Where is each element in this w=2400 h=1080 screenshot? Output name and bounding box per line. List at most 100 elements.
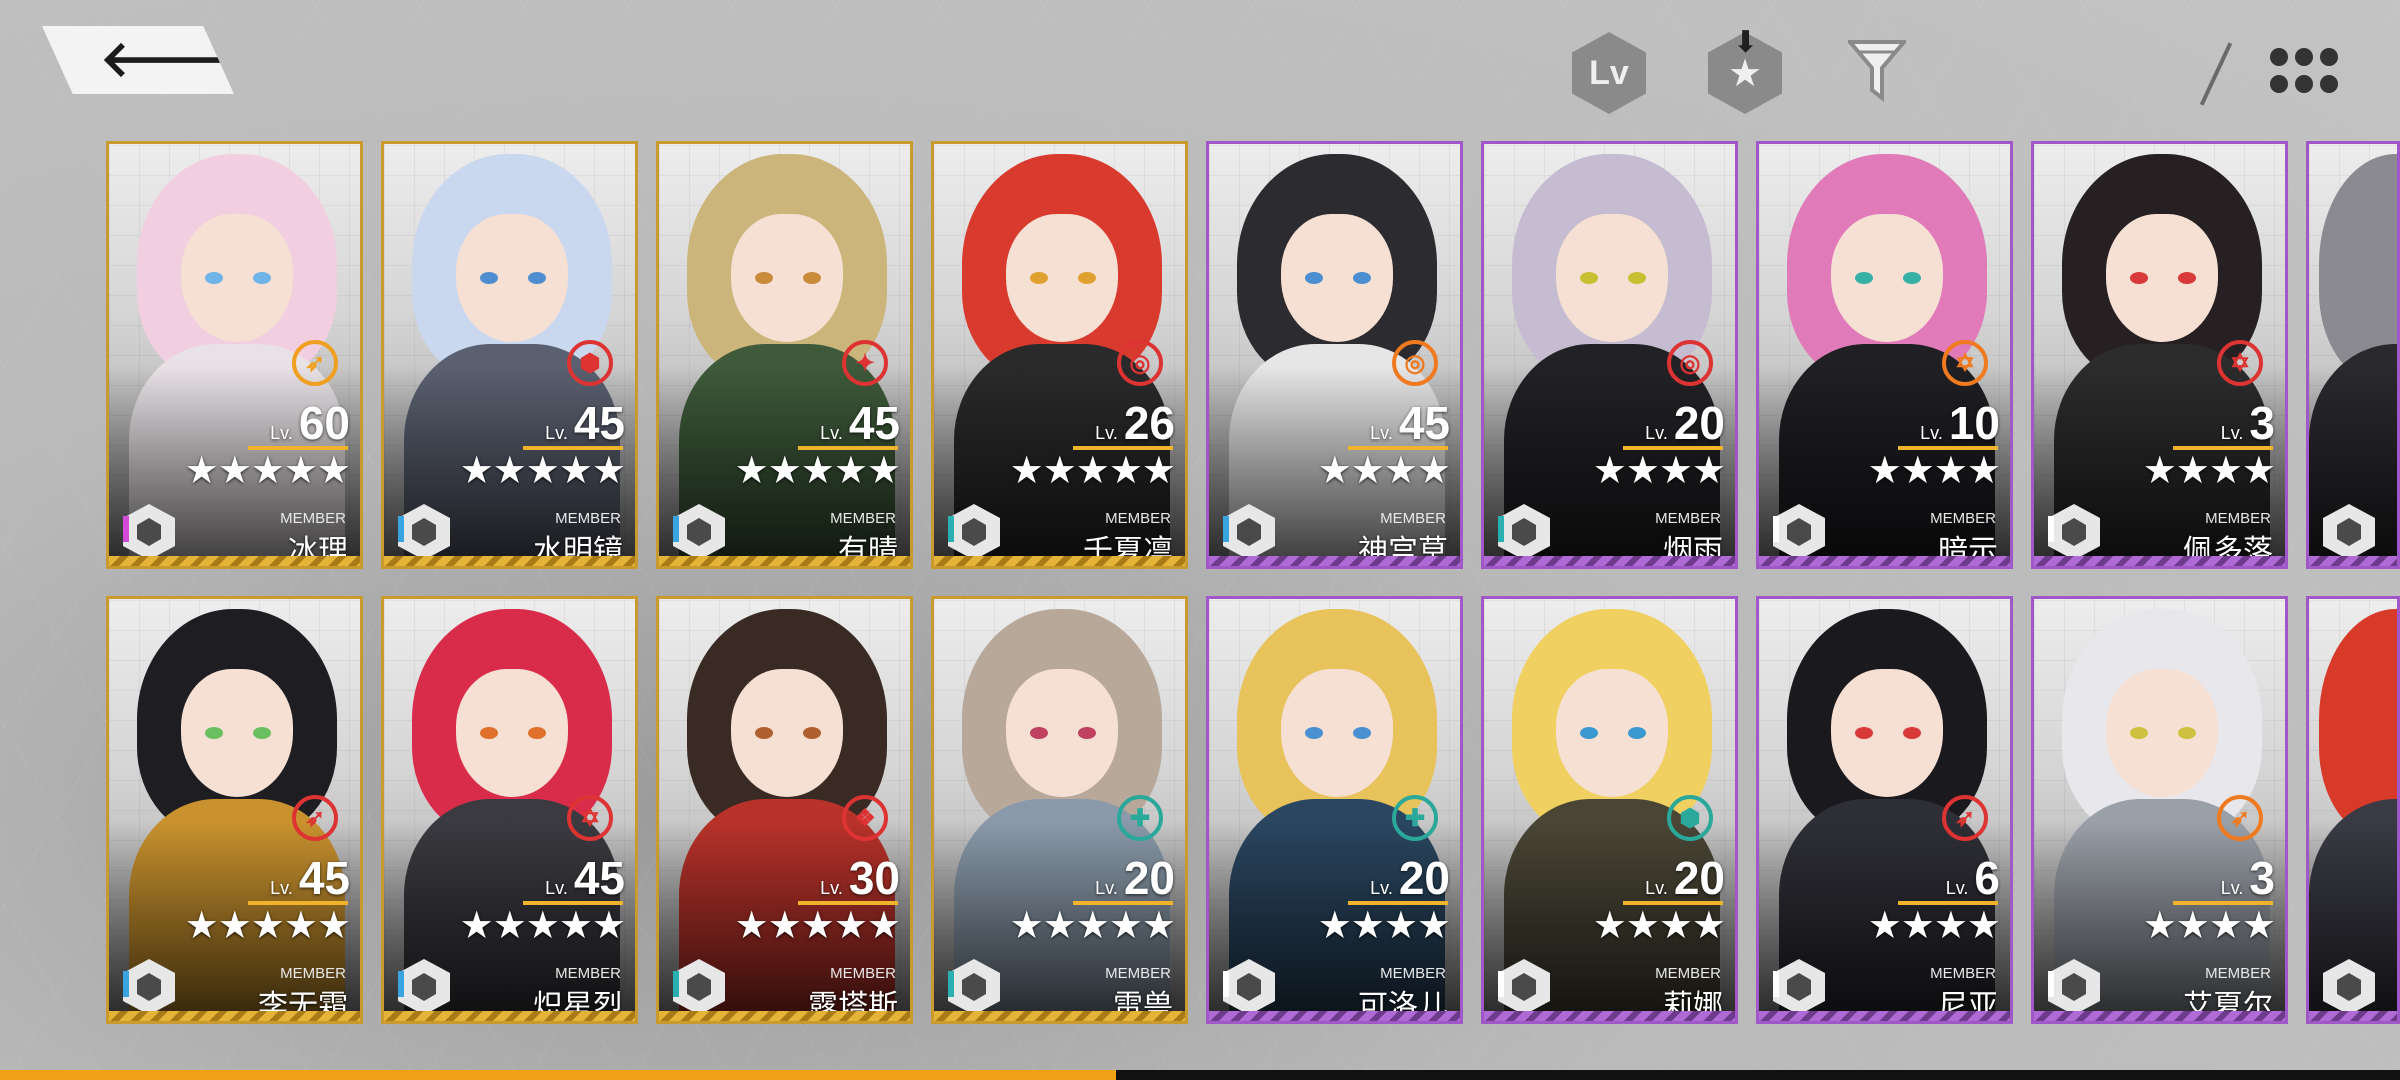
frame-stripe — [934, 1011, 1185, 1021]
character-card[interactable]: ➶ Lv. 45 ★★★★★ MEMBER 李无霜 — [106, 596, 363, 1024]
character-card[interactable]: ◎ Lv. 20 ★★★★ MEMBER 烟雨 — [1481, 141, 1738, 569]
character-card[interactable]: ✡ Lv. 3 ★★★★ MEMBER 佩多落 — [2031, 141, 2288, 569]
level-display: Lv. 10 — [1920, 397, 2000, 449]
frame-stripe — [384, 1011, 635, 1021]
member-tag: MEMBER — [1105, 510, 1171, 527]
rarity-stars: ★★★★ — [1317, 905, 1451, 947]
element-accent — [398, 516, 404, 542]
character-card[interactable]: ◎ Lv. 45 ★★★★ MEMBER 神宫草 — [1206, 141, 1463, 569]
character-card[interactable]: ➶ Lv. 3 ★★★★ MEMBER 艾夏尔 — [2031, 596, 2288, 1024]
frame-stripe — [1209, 1011, 1460, 1021]
class-icon: ✦ — [842, 340, 888, 386]
frame-stripe — [1484, 556, 1735, 566]
level-display: Lv. 20 — [1645, 397, 1725, 449]
character-card[interactable]: ✦ Lv. 45 ★★★★★ MEMBER 有晴 — [656, 141, 913, 569]
element-accent — [673, 971, 679, 997]
member-tag: MEMBER — [2205, 510, 2271, 527]
filter-funnel-icon[interactable] — [1848, 38, 1906, 102]
member-tag: MEMBER — [2205, 965, 2271, 982]
class-icon: ◎ — [1667, 340, 1713, 386]
element-accent — [2048, 971, 2054, 997]
frame-stripe — [2309, 556, 2397, 566]
rarity-stars: ★★★★★ — [734, 450, 901, 492]
frame-stripe — [2034, 1011, 2285, 1021]
character-card[interactable]: ✚ Lv. 20 ★★★★ MEMBER 可洛儿 — [1206, 596, 1463, 1024]
element-accent — [1223, 516, 1229, 542]
rarity-stars: ★★★★ — [2142, 905, 2276, 947]
scroll-progress-fill — [0, 1070, 1116, 1080]
element-accent — [673, 516, 679, 542]
rarity-stars: ★★★★★ — [184, 450, 351, 492]
rarity-stars: ★★★★★ — [1009, 450, 1176, 492]
character-card[interactable]: ✚ Lv. 20 ★★★★★ MEMBER 雷兽 — [931, 596, 1188, 1024]
rarity-stars: ★★★★★ — [459, 450, 626, 492]
frame-stripe — [934, 556, 1185, 566]
level-display: Lv. 20 — [1645, 852, 1725, 904]
grid-dots-icon[interactable] — [2270, 48, 2338, 96]
character-card[interactable]: ✡ Lv. 45 ★★★★★ MEMBER 炽星烈 — [381, 596, 638, 1024]
member-tag: MEMBER — [280, 510, 346, 527]
level-display: Lv. 45 — [270, 852, 350, 904]
rarity-stars: ★★★★★ — [184, 905, 351, 947]
frame-stripe — [109, 556, 360, 566]
element-accent — [948, 516, 954, 542]
frame-stripe — [109, 1011, 360, 1021]
back-button[interactable]: 🡐 — [42, 26, 234, 94]
element-accent — [1223, 971, 1229, 997]
element-accent — [2048, 516, 2054, 542]
member-tag: MEMBER — [1380, 510, 1446, 527]
frame-stripe — [1209, 556, 1460, 566]
character-card-partial[interactable] — [2306, 596, 2400, 1024]
level-display: Lv. 3 — [2220, 852, 2275, 904]
class-icon: ✡ — [567, 795, 613, 841]
rarity-stars: ★★★★★ — [1009, 905, 1176, 947]
class-icon: ✡ — [2217, 340, 2263, 386]
level-sort-button[interactable]: Lv — [1572, 32, 1646, 114]
frame-stripe — [1759, 556, 2010, 566]
rarity-stars: ★★★★ — [1592, 905, 1726, 947]
character-card[interactable]: ⬢ Lv. 45 ★★★★★ MEMBER 水明镜 — [381, 141, 638, 569]
level-display: Lv. 45 — [1370, 397, 1450, 449]
character-card[interactable]: ➶ Lv. 6 ★★★★ MEMBER 尼亚 — [1756, 596, 2013, 1024]
level-display: Lv. 45 — [545, 397, 625, 449]
level-display: Lv. 6 — [1945, 852, 2000, 904]
class-icon: ➶ — [292, 795, 338, 841]
element-accent — [948, 971, 954, 997]
member-tag: MEMBER — [555, 965, 621, 982]
class-icon: ❖ — [842, 795, 888, 841]
element-accent — [1773, 971, 1779, 997]
member-tag: MEMBER — [1655, 965, 1721, 982]
rarity-stars: ★★★★ — [1867, 450, 2001, 492]
level-display: Lv. 60 — [270, 397, 350, 449]
toolbar-divider — [2199, 42, 2233, 106]
character-card[interactable]: ➶ Lv. 60 ★★★★★ MEMBER 冰理 — [106, 141, 363, 569]
level-display: Lv. 20 — [1370, 852, 1450, 904]
sort-down-arrow-icon: ⬇ — [1733, 26, 1759, 59]
element-accent — [1498, 971, 1504, 997]
rarity-stars: ★★★★★ — [459, 905, 626, 947]
character-card[interactable]: ✡ Lv. 10 ★★★★ MEMBER 暗示 — [1756, 141, 2013, 569]
character-card-partial[interactable] — [2306, 141, 2400, 569]
level-display: Lv. 45 — [820, 397, 900, 449]
member-tag: MEMBER — [830, 965, 896, 982]
level-display: Lv. 20 — [1095, 852, 1175, 904]
class-icon: ⬢ — [1667, 795, 1713, 841]
frame-stripe — [2309, 1011, 2397, 1021]
frame-stripe — [384, 556, 635, 566]
member-tag: MEMBER — [1105, 965, 1171, 982]
rarity-stars: ★★★★ — [2142, 450, 2276, 492]
class-icon: ⬢ — [567, 340, 613, 386]
character-card[interactable]: ⬢ Lv. 20 ★★★★ MEMBER 莉娜 — [1481, 596, 1738, 1024]
back-arrow-icon: 🡐 — [100, 31, 235, 87]
character-card[interactable]: ◎ Lv. 26 ★★★★★ MEMBER 千夏凛 — [931, 141, 1188, 569]
class-icon: ◎ — [1117, 340, 1163, 386]
member-tag: MEMBER — [280, 965, 346, 982]
character-card[interactable]: ❖ Lv. 30 ★★★★★ MEMBER 露塔斯 — [656, 596, 913, 1024]
rarity-stars: ★★★★ — [1317, 450, 1451, 492]
rarity-stars: ★★★★ — [1867, 905, 2001, 947]
rarity-stars: ★★★★ — [1592, 450, 1726, 492]
class-icon: ✚ — [1117, 795, 1163, 841]
class-icon: ➶ — [292, 340, 338, 386]
class-icon: ✡ — [1942, 340, 1988, 386]
level-display: Lv. 30 — [820, 852, 900, 904]
